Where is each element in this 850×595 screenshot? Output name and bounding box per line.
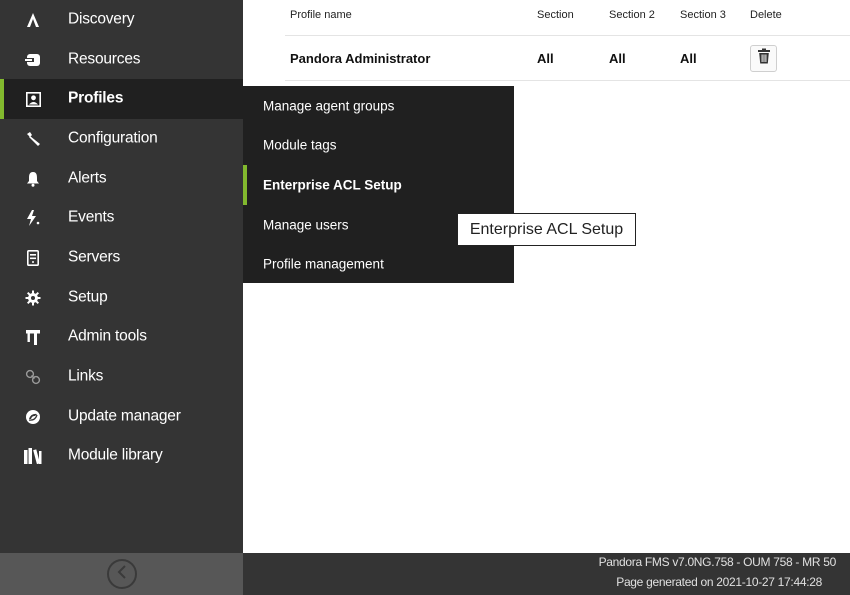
- sidebar-item-resources[interactable]: Resources: [0, 40, 243, 80]
- server-icon: [24, 249, 42, 267]
- sidebar-item-links[interactable]: Links: [0, 357, 243, 397]
- sidebar-item-label: Configuration: [68, 129, 158, 147]
- profile-icon: [24, 90, 42, 108]
- submenu-item-module-tags[interactable]: Module tags: [243, 126, 514, 166]
- submenu-item-label: Manage agent groups: [263, 98, 395, 114]
- update-icon: [24, 408, 42, 426]
- sidebar-item-label: Setup: [68, 288, 108, 306]
- footer: Pandora FMS v7.0NG.758 - OUM 758 - MR 50…: [243, 553, 850, 595]
- footer-version: Pandora FMS v7.0NG.758 - OUM 758 - MR 50: [598, 555, 837, 569]
- footer-generated: Page generated on 2021-10-27 17:44:28: [616, 575, 822, 589]
- sidebar-item-alerts[interactable]: Alerts: [0, 159, 243, 199]
- links-icon: [24, 368, 42, 386]
- submenu-item-profile-management[interactable]: Profile management: [243, 244, 514, 284]
- sidebar-item-label: Alerts: [68, 169, 107, 187]
- trash-icon: [757, 48, 771, 69]
- discovery-icon: [24, 11, 42, 29]
- resources-icon: [24, 51, 42, 69]
- sidebar-item-label: Servers: [68, 248, 121, 266]
- profile-name-cell[interactable]: Pandora Administrator: [290, 51, 430, 66]
- sidebar-item-configuration[interactable]: Configuration: [0, 119, 243, 159]
- sidebar-item-label: Update manager: [68, 407, 181, 425]
- column-header-section-3[interactable]: Section 3: [680, 9, 726, 21]
- sidebar-item-label: Resources: [68, 50, 141, 68]
- sidebar-item-label: Profiles: [68, 89, 124, 107]
- section-2-cell: All: [609, 51, 626, 66]
- delete-profile-button[interactable]: [750, 45, 777, 72]
- sidebar-item-admin-tools[interactable]: Admin tools: [0, 318, 243, 358]
- sidebar-item-label: Admin tools: [68, 327, 147, 345]
- column-header-delete: Delete: [750, 9, 782, 21]
- sidebar-item-discovery[interactable]: Discovery: [0, 0, 243, 40]
- sidebar-item-servers[interactable]: Servers: [0, 238, 243, 278]
- submenu-item-label: Module tags: [263, 137, 337, 153]
- sidebar-item-module-library[interactable]: Module library: [0, 437, 243, 477]
- sidebar-item-label: Events: [68, 208, 115, 226]
- sidebar-item-label: Links: [68, 367, 104, 385]
- profiles-table: Profile name Section Section 2 Section 3…: [285, 0, 850, 81]
- section-cell: All: [537, 51, 554, 66]
- tooltip: Enterprise ACL Setup: [457, 213, 636, 246]
- gear-icon: [24, 289, 42, 307]
- sidebar: Discovery Resources Profiles Configurati…: [0, 0, 243, 595]
- sidebar-item-events[interactable]: Events: [0, 198, 243, 238]
- sidebar-item-profiles[interactable]: Profiles: [0, 79, 243, 120]
- submenu-item-label: Manage users: [263, 217, 349, 233]
- collapse-sidebar-button[interactable]: [106, 559, 137, 589]
- sidebar-nav: Discovery Resources Profiles Configurati…: [0, 0, 243, 476]
- bell-icon: [24, 170, 42, 188]
- chevron-left-icon: [117, 564, 127, 584]
- submenu-item-label: Enterprise ACL Setup: [263, 177, 402, 193]
- table-row: Pandora Administrator All All All: [285, 36, 850, 81]
- admin-tools-icon: [24, 328, 42, 346]
- submenu-item-label: Profile management: [263, 256, 384, 272]
- library-icon: [24, 447, 42, 465]
- column-header-section[interactable]: Section: [537, 9, 574, 21]
- section-3-cell: All: [680, 51, 697, 66]
- wrench-icon: [24, 130, 42, 148]
- sidebar-collapse-bar: [0, 553, 243, 595]
- sidebar-item-label: Module library: [68, 447, 163, 465]
- sidebar-item-update-manager[interactable]: Update manager: [0, 397, 243, 437]
- lightning-icon: [24, 209, 42, 227]
- profiles-submenu: Manage agent groups Module tags Enterpri…: [243, 86, 514, 283]
- sidebar-item-setup[interactable]: Setup: [0, 278, 243, 318]
- submenu-item-manage-agent-groups[interactable]: Manage agent groups: [243, 86, 514, 126]
- table-header: Profile name Section Section 2 Section 3…: [285, 0, 850, 36]
- sidebar-item-label: Discovery: [68, 10, 135, 28]
- column-header-profile-name[interactable]: Profile name: [290, 9, 352, 21]
- column-header-section-2[interactable]: Section 2: [609, 9, 655, 21]
- submenu-item-enterprise-acl-setup[interactable]: Enterprise ACL Setup: [243, 165, 514, 205]
